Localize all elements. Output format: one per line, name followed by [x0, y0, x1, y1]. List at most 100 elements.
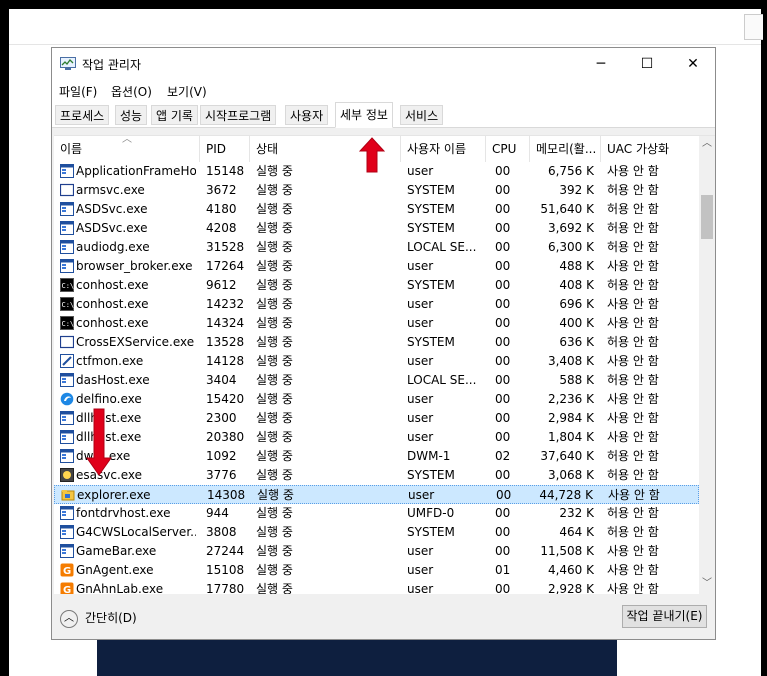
- scrollbar-thumb[interactable]: [701, 195, 713, 239]
- process-uac: 허용 안 함: [607, 525, 659, 539]
- tab-startup[interactable]: 시작프로그램: [200, 105, 277, 125]
- desktop-background: [0, 0, 767, 9]
- vertical-scrollbar[interactable]: ︿ ﹀: [699, 136, 715, 594]
- table-row[interactable]: fontdrvhost.exe 944 실행 중 UMFD-0 00 232 K 허용 안 …: [54, 504, 699, 523]
- title-bar[interactable]: 작업 관리자 ─ ☐ ✕: [52, 48, 715, 80]
- table-row[interactable]: G4CWSLocalServer.... 3808 실행 중 SYSTEM 00 464 …: [54, 523, 699, 542]
- svg-text:C:\: C:\: [62, 282, 75, 290]
- process-uac: 사용 안 함: [607, 430, 659, 444]
- process-name: browser_broker.exe: [76, 259, 193, 273]
- process-user: user: [407, 430, 434, 444]
- window-icon: [60, 259, 74, 273]
- table-row[interactable]: C:\ conhost.exe 9612 실행 중 SYSTEM 00 408 K 허용 안 …: [54, 276, 699, 295]
- process-user: LOCAL SE...: [407, 373, 477, 387]
- process-user: user: [407, 354, 434, 368]
- table-row[interactable]: GameBar.exe 27244 실행 중 user 00 11,508 K 사용 안 함: [54, 542, 699, 561]
- tab-users[interactable]: 사용자: [285, 105, 329, 125]
- table-row[interactable]: dwm.exe1092실행 중DWM-10237,640 K허용 안 함: [54, 447, 699, 466]
- process-pid: 1092: [206, 449, 237, 463]
- process-memory: 2,928 K: [547, 582, 594, 594]
- process-pid: 13528: [206, 335, 245, 349]
- process-uac: 사용 안 함: [607, 354, 659, 368]
- table-row[interactable]: dllhost.exe 20380 실행 중 user 00 1,804 K 사용 안 함: [54, 428, 699, 447]
- table-row[interactable]: CrossEXService.exe 13528 실행 중 SYSTEM 00 636 K…: [54, 333, 699, 352]
- window-icon: [60, 506, 74, 520]
- window-icon: [60, 164, 74, 178]
- table-row[interactable]: G GnAhnLab.exe 17780 실행 중 user 00 2,928 K 사용 안 …: [54, 580, 699, 594]
- window-icon: [60, 202, 74, 216]
- menu-bar: 파일(F) 옵션(O) 보기(V): [52, 80, 715, 102]
- process-uac: 허용 안 함: [607, 240, 659, 254]
- process-uac: 사용 안 함: [607, 164, 659, 178]
- column-header-name[interactable]: 이름 ︿: [54, 136, 200, 162]
- console-icon: C:\: [60, 297, 74, 311]
- process-pid: 3672: [206, 183, 237, 197]
- table-row[interactable]: explorer.exe 14308 실행 중 user 00 44,728 K 사용 안 …: [54, 485, 699, 504]
- process-memory: 232 K: [559, 506, 594, 520]
- g-orange-icon: G: [60, 563, 74, 577]
- menu-file[interactable]: 파일(F): [59, 83, 97, 100]
- annotation-arrow-up-icon: [359, 137, 385, 173]
- table-row[interactable]: ASDSvc.exe 4208 실행 중 SYSTEM 00 3,692 K 허용 안 함: [54, 219, 699, 238]
- table-row[interactable]: ctfmon.exe 14128 실행 중 user 00 3,408 K 사용 안 함: [54, 352, 699, 371]
- process-details-table: 이름 ︿ PID 상태 사용자 이름 CPU 메모리(활... UAC 가상화 …: [54, 135, 715, 594]
- process-status: 실행 중: [256, 202, 293, 216]
- table-row[interactable]: dasHost.exe 3404 실행 중 LOCAL SE... 00 588 K 허용 …: [54, 371, 699, 390]
- table-row[interactable]: armsvc.exe 3672 실행 중 SYSTEM 00 392 K 허용 안 함: [54, 181, 699, 200]
- process-name: ApplicationFrameHo...: [76, 164, 196, 178]
- process-name: G4CWSLocalServer....: [76, 525, 196, 539]
- window-icon: [60, 449, 74, 463]
- table-row[interactable]: delfino.exe 15420 실행 중 user 00 2,236 K 사용 안 함: [54, 390, 699, 409]
- process-pid: 20380: [206, 430, 245, 444]
- fewer-details-label: 간단히(D): [85, 611, 137, 625]
- table-row[interactable]: esasvc.exe 3776 실행 중 SYSTEM 00 3,068 K 허용 안 함: [54, 466, 699, 485]
- column-header-pid[interactable]: PID: [200, 136, 250, 162]
- process-memory: 37,640 K: [540, 449, 594, 463]
- tab-app-history[interactable]: 앱 기록: [151, 105, 198, 125]
- process-pid: 15420: [206, 392, 245, 406]
- console-icon: C:\: [60, 316, 74, 330]
- scroll-up-icon[interactable]: ︿: [699, 136, 715, 152]
- tab-services[interactable]: 서비스: [400, 105, 444, 125]
- process-uac: 허용 안 함: [607, 221, 659, 235]
- process-uac: 허용 안 함: [607, 468, 659, 482]
- process-status: 실행 중: [256, 259, 293, 273]
- process-user: SYSTEM: [407, 221, 455, 235]
- g-orange-icon: G: [60, 582, 74, 594]
- close-button[interactable]: ✕: [670, 48, 716, 80]
- tab-performance[interactable]: 성능: [115, 105, 148, 125]
- table-row[interactable]: browser_broker.exe 17264 실행 중 user 00 488 K 사용…: [54, 257, 699, 276]
- tab-processes[interactable]: 프로세스: [55, 105, 110, 125]
- process-name: fontdrvhost.exe: [76, 506, 171, 520]
- process-uac: 허용 안 함: [607, 506, 659, 520]
- column-header-cpu[interactable]: CPU: [486, 136, 530, 162]
- table-row[interactable]: audiodg.exe 31528 실행 중 LOCAL SE... 00 6,300 K…: [54, 238, 699, 257]
- process-pid: 9612: [206, 278, 237, 292]
- process-user: user: [407, 544, 434, 558]
- column-header-username[interactable]: 사용자 이름: [401, 136, 486, 162]
- table-row[interactable]: G GnAgent.exe 15108 실행 중 user 01 4,460 K 사용 안 함: [54, 561, 699, 580]
- minimize-button[interactable]: ─: [578, 48, 624, 80]
- menu-view[interactable]: 보기(V): [167, 83, 207, 100]
- column-header-memory[interactable]: 메모리(활...: [530, 136, 601, 162]
- process-user: LOCAL SE...: [407, 240, 477, 254]
- process-pid: 14128: [206, 354, 245, 368]
- process-status: 실행 중: [256, 563, 293, 577]
- process-status: 실행 중: [256, 582, 293, 594]
- process-status: 실행 중: [257, 488, 294, 502]
- table-row[interactable]: C:\ conhost.exe 14324 실행 중 user 00 400 K 사용 안 함: [54, 314, 699, 333]
- table-row[interactable]: ASDSvc.exe 4180 실행 중 SYSTEM 00 51,640 K 허용 안 함: [54, 200, 699, 219]
- column-header-uac[interactable]: UAC 가상화: [601, 136, 699, 162]
- scroll-down-icon[interactable]: ﹀: [699, 576, 715, 592]
- end-task-button[interactable]: 작업 끝내기(E): [622, 605, 707, 628]
- process-status: 실행 중: [256, 525, 293, 539]
- menu-options[interactable]: 옵션(O): [111, 83, 152, 100]
- fewer-details-button[interactable]: ︿ 간단히(D): [60, 607, 137, 629]
- tab-strip: 프로세스 성능 앱 기록 시작프로그램 사용자 세부 정보 서비스: [52, 102, 715, 128]
- table-row[interactable]: dllhost.exe 2300 실행 중 user 00 2,984 K 사용 안 함: [54, 409, 699, 428]
- process-memory: 3,408 K: [547, 354, 594, 368]
- process-pid: 2300: [206, 411, 237, 425]
- maximize-button[interactable]: ☐: [624, 48, 670, 80]
- tab-details[interactable]: 세부 정보: [335, 102, 393, 128]
- table-row[interactable]: C:\ conhost.exe 14232 실행 중 user 00 696 K 사용 안 함: [54, 295, 699, 314]
